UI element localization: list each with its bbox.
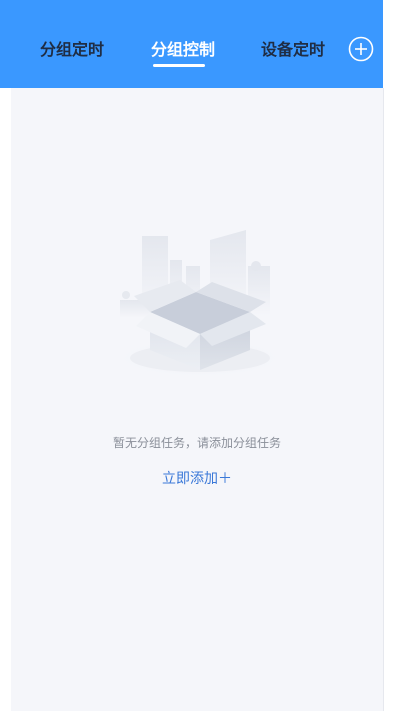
- add-now-link[interactable]: 立即添加＋: [0, 468, 394, 490]
- empty-message: 暂无分组任务，请添加分组任务: [112, 436, 281, 450]
- right-edge-divider: [383, 88, 384, 711]
- tab-device-timer[interactable]: 设备定时: [261, 38, 325, 62]
- empty-box-illustration: [114, 230, 286, 378]
- top-tab-bar: 分组定时 分组控制 设备定时: [0, 0, 383, 88]
- tab-group-timer[interactable]: 分组定时: [40, 38, 104, 62]
- active-tab-indicator: [153, 64, 206, 67]
- circle-plus-icon[interactable]: [348, 36, 374, 62]
- tab-group-control[interactable]: 分组控制: [151, 38, 216, 67]
- tab-group-control-label: 分组控制: [151, 40, 216, 59]
